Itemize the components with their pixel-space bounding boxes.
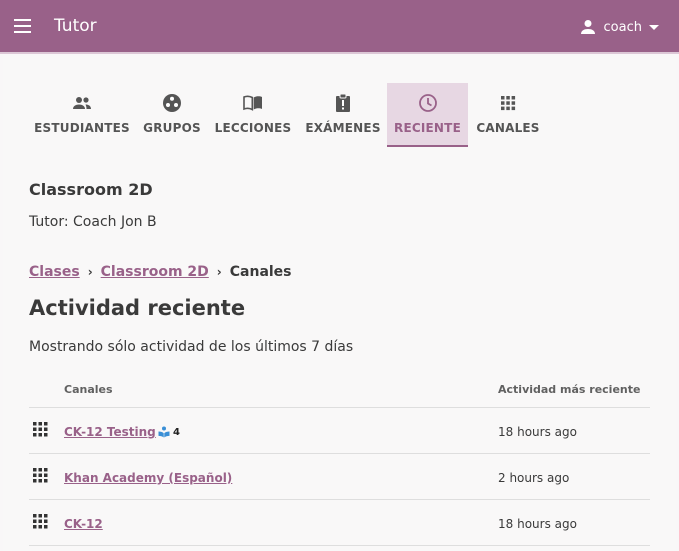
breadcrumb: Clases › Classroom 2D › Canales bbox=[29, 264, 292, 280]
tab-label: CANALES bbox=[476, 121, 540, 135]
user-menu-button[interactable]: coach bbox=[580, 16, 659, 38]
people-icon bbox=[73, 97, 91, 109]
breadcrumb-current: Canales bbox=[229, 264, 292, 280]
person-icon bbox=[580, 20, 595, 34]
page-title: Actividad reciente bbox=[29, 296, 246, 320]
book-icon bbox=[243, 95, 262, 111]
tab-canales[interactable]: CANALES bbox=[475, 83, 541, 147]
user-name: coach bbox=[603, 19, 642, 35]
tab-estudiantes[interactable]: ESTUDIANTES bbox=[34, 83, 130, 147]
main-card: ESTUDIANTES GRUPOS LECCIONES EXÁMENES RE… bbox=[3, 56, 676, 551]
lesson-count: 4 bbox=[173, 426, 180, 438]
lesson-icon bbox=[158, 426, 170, 438]
activity-time: 18 hours ago bbox=[498, 425, 577, 439]
page-subtitle: Mostrando sólo actividad de los últimos … bbox=[29, 339, 354, 355]
clock-icon bbox=[418, 94, 437, 112]
table-row: Khan Academy (Español) 2 hours ago bbox=[29, 454, 650, 500]
column-header-recent-activity: Actividad más reciente bbox=[498, 383, 641, 396]
activity-time: 2 hours ago bbox=[498, 471, 570, 485]
grid-icon bbox=[33, 468, 48, 483]
tab-examenes[interactable]: EXÁMENES bbox=[303, 83, 383, 147]
activity-time: 18 hours ago bbox=[498, 517, 577, 531]
menu-icon[interactable] bbox=[12, 16, 34, 36]
channel-link[interactable]: CK-12 bbox=[64, 517, 103, 531]
breadcrumb-separator-icon: › bbox=[216, 265, 222, 279]
channel-link[interactable]: Khan Academy (Español) bbox=[64, 471, 232, 485]
classroom-title: Classroom 2D bbox=[29, 180, 153, 199]
tab-label: ESTUDIANTES bbox=[34, 121, 130, 135]
channels-table: Canales Actividad más reciente CK-12 Tes… bbox=[29, 366, 650, 546]
tab-label: RECIENTE bbox=[394, 121, 461, 135]
coach-line: Tutor: Coach Jon B bbox=[29, 214, 157, 230]
tab-label: LECCIONES bbox=[214, 121, 292, 135]
tab-label: EXÁMENES bbox=[305, 121, 381, 135]
table-row: CK-12 Testing 4 18 hours ago bbox=[29, 408, 650, 454]
lesson-count-badge: 4 bbox=[158, 426, 180, 438]
tab-lecciones[interactable]: LECCIONES bbox=[214, 83, 292, 147]
tab-grupos[interactable]: GRUPOS bbox=[140, 83, 204, 147]
grid-icon bbox=[33, 422, 48, 437]
grid-icon bbox=[501, 96, 516, 111]
app-bar: Tutor coach bbox=[0, 0, 679, 54]
chevron-down-icon bbox=[649, 24, 659, 30]
table-row: CK-12 18 hours ago bbox=[29, 500, 650, 546]
exam-icon bbox=[336, 93, 350, 112]
grid-icon bbox=[33, 514, 48, 529]
channel-link[interactable]: CK-12 Testing bbox=[64, 425, 156, 439]
groups-icon bbox=[163, 94, 181, 112]
column-header-channels: Canales bbox=[64, 383, 113, 396]
breadcrumb-link-classroom[interactable]: Classroom 2D bbox=[101, 264, 209, 280]
app-title: Tutor bbox=[54, 16, 97, 36]
breadcrumb-link-clases[interactable]: Clases bbox=[29, 264, 80, 280]
tab-label: GRUPOS bbox=[143, 121, 201, 135]
tab-reciente[interactable]: RECIENTE bbox=[387, 83, 468, 147]
table-header: Canales Actividad más reciente bbox=[29, 366, 650, 408]
breadcrumb-separator-icon: › bbox=[87, 265, 93, 279]
